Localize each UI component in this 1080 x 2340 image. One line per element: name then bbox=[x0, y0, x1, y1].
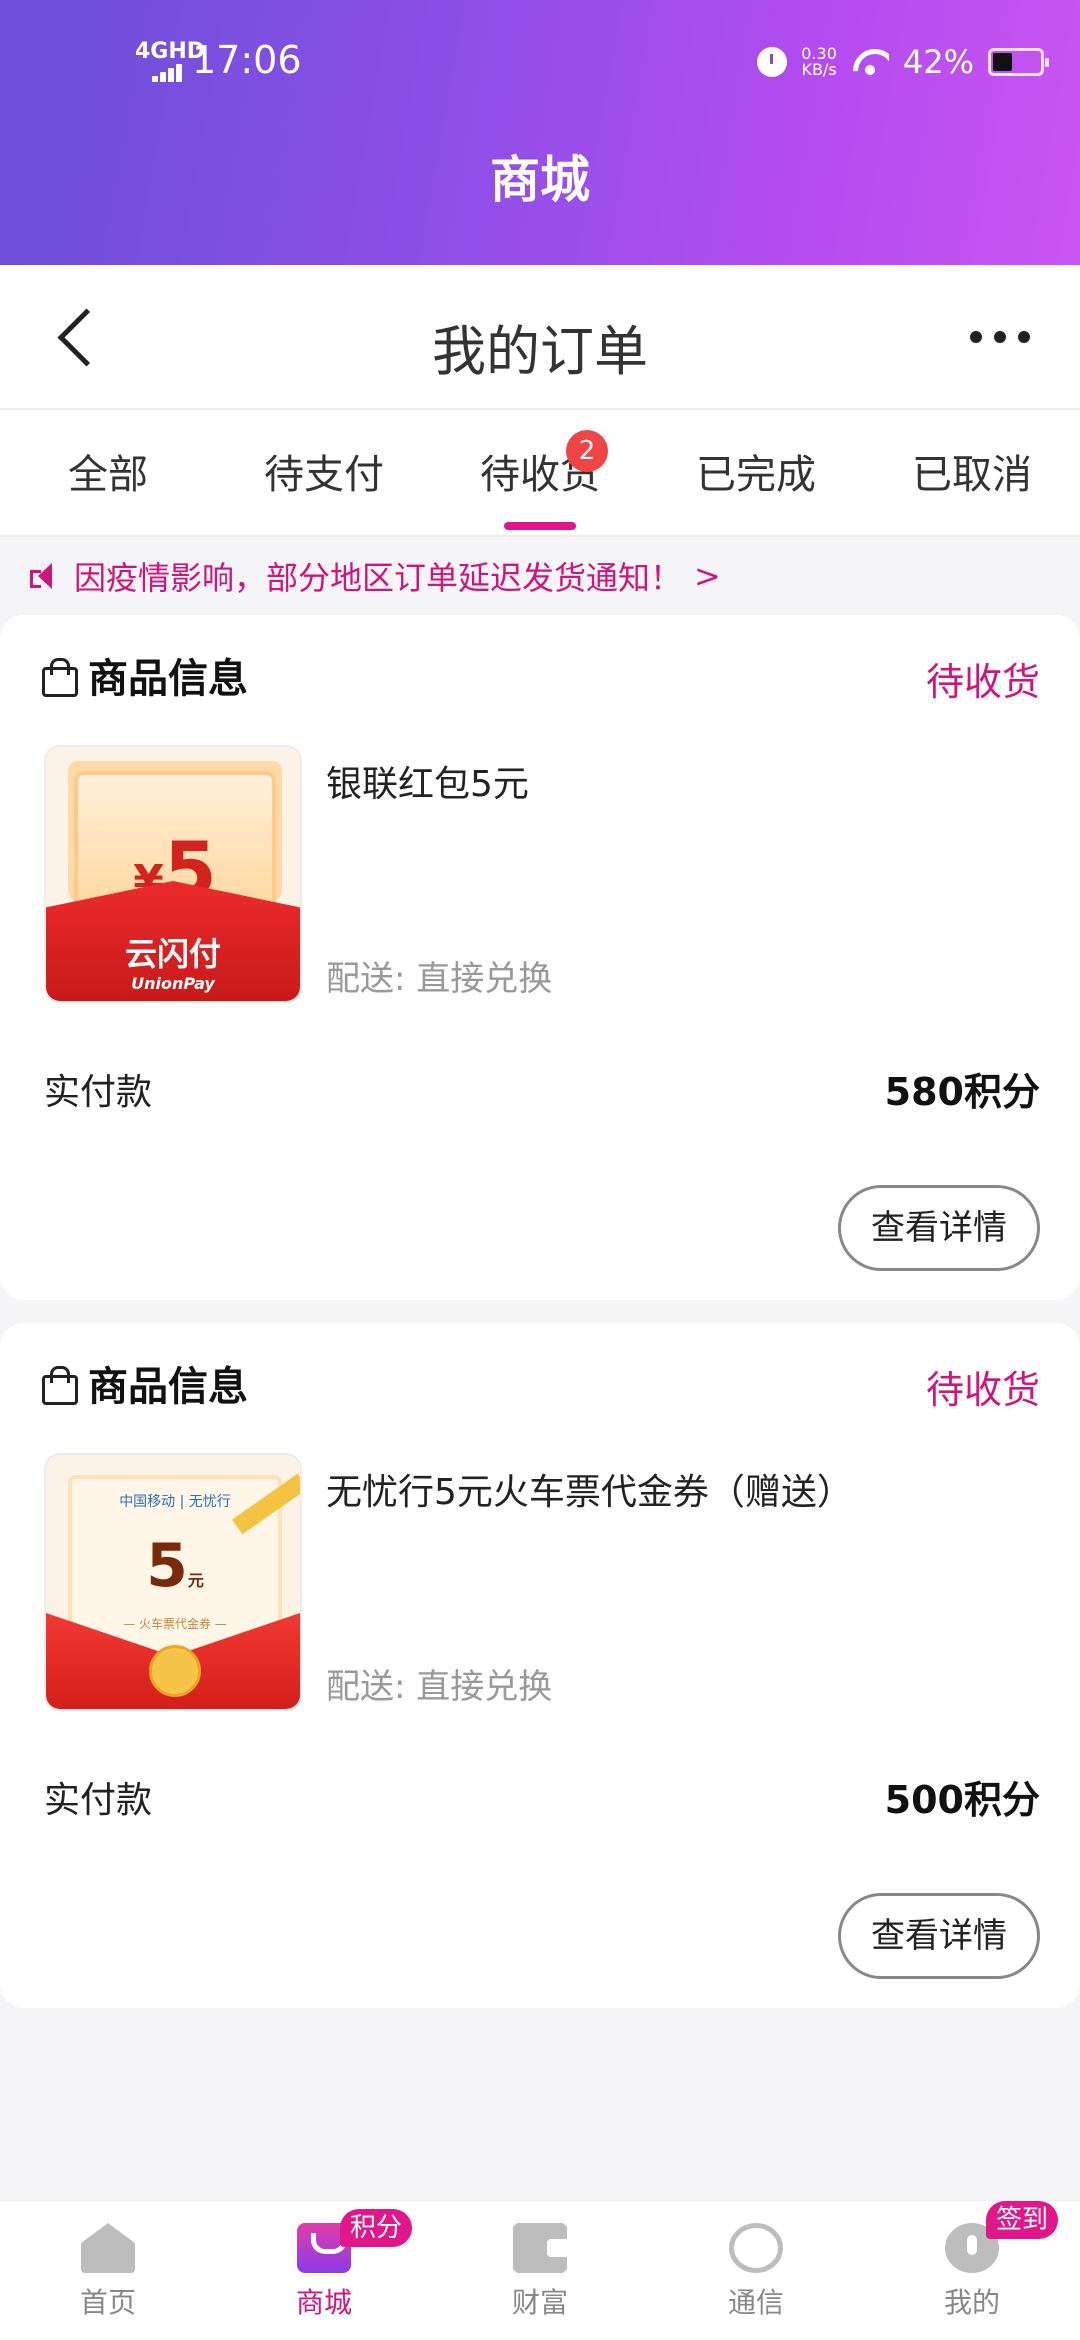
order-card: 商品信息 待收货 ¥5 云闪付 UnionPay 银联红包5元 配送: 直接兑换… bbox=[0, 615, 1080, 1300]
more-icon[interactable] bbox=[970, 325, 1030, 349]
bottom-nav-label: 首页 bbox=[79, 2286, 136, 2319]
bottom-nav-label: 我的 bbox=[943, 2286, 1000, 2319]
tab-completed[interactable]: 已完成 bbox=[656, 442, 856, 502]
bottom-nav-communication[interactable]: 通信 bbox=[686, 2223, 826, 2321]
order-card: 商品信息 待收货 中国移动 | 无忧行 5元 — 火车票代金券 — 无忧行5元火… bbox=[0, 1323, 1080, 2008]
train-seal-icon bbox=[149, 1645, 201, 1697]
bottom-nav: 首页 商城 积分 财富 通信 我的 签到 bbox=[0, 2200, 1080, 2340]
notice-banner[interactable]: 因疫情影响，部分地区订单延迟发货通知！ > bbox=[0, 537, 1080, 615]
tab-cancelled[interactable]: 已取消 bbox=[872, 442, 1072, 502]
wallet-icon bbox=[513, 2223, 567, 2273]
tab-label: 已取消 bbox=[912, 452, 1032, 498]
coupon-caption: — 火车票代金券 — bbox=[123, 1617, 227, 1631]
active-tab-indicator bbox=[504, 522, 576, 530]
tab-label: 全部 bbox=[68, 452, 148, 498]
signal-icon bbox=[152, 62, 188, 82]
paid-label: 实付款 bbox=[44, 1780, 153, 1821]
network-speed: 0.30 KB/s bbox=[801, 46, 837, 78]
view-details-button[interactable]: 查看详情 bbox=[838, 1893, 1040, 1979]
section-title: 商品信息 bbox=[88, 1364, 248, 1410]
china-mobile-icon bbox=[729, 2223, 783, 2273]
app-header: 4GHD 17:06 0.30 KB/s 42% 商城 bbox=[0, 0, 1080, 265]
paid-label: 实付款 bbox=[44, 1072, 153, 1113]
paid-amount: 500积分 bbox=[884, 1778, 1040, 1822]
bottom-nav-home[interactable]: 首页 bbox=[38, 2223, 178, 2321]
bottom-nav-wealth[interactable]: 财富 bbox=[470, 2223, 610, 2321]
tab-pending-receipt[interactable]: 待收货 2 bbox=[440, 430, 640, 502]
notice-text: 因疫情影响，部分地区订单延迟发货通知！ bbox=[74, 559, 683, 597]
section-title: 商品信息 bbox=[88, 656, 248, 702]
status-bar: 4GHD 17:06 0.30 KB/s 42% bbox=[0, 30, 1080, 90]
order-status: 待收货 bbox=[925, 1368, 1040, 1412]
tab-pending-payment[interactable]: 待支付 bbox=[224, 442, 424, 502]
card-header: 商品信息 bbox=[40, 1353, 248, 1413]
bag-icon bbox=[40, 658, 78, 697]
product-image[interactable]: 中国移动 | 无忧行 5元 — 火车票代金券 — bbox=[44, 1453, 302, 1711]
tab-all[interactable]: 全部 bbox=[8, 442, 208, 502]
product-image[interactable]: ¥5 云闪付 UnionPay bbox=[44, 745, 302, 1003]
bag-icon bbox=[40, 1366, 78, 1405]
bottom-nav-label: 财富 bbox=[511, 2286, 568, 2319]
view-details-button[interactable]: 查看详情 bbox=[838, 1185, 1040, 1271]
battery-icon bbox=[988, 48, 1049, 76]
coupon-amount: 5元 bbox=[146, 1531, 204, 1601]
battery-percent: 42% bbox=[902, 43, 974, 81]
status-icons: 0.30 KB/s 42% bbox=[757, 40, 1049, 84]
nav-bar: 我的订单 bbox=[0, 265, 1080, 410]
alarm-icon bbox=[757, 47, 788, 77]
product-name[interactable]: 银联红包5元 bbox=[326, 755, 529, 807]
tab-label: 已完成 bbox=[696, 452, 816, 498]
order-tabs: 全部 待支付 待收货 2 已完成 已取消 bbox=[0, 410, 1080, 537]
wifi-icon bbox=[851, 47, 889, 77]
delivery-method: 配送: 直接兑换 bbox=[326, 959, 553, 999]
product-name[interactable]: 无忧行5元火车票代金券（赠送） bbox=[326, 1463, 853, 1515]
bottom-nav-mine[interactable]: 我的 签到 bbox=[902, 2201, 1059, 2321]
paid-amount: 580积分 bbox=[884, 1070, 1040, 1114]
speaker-icon bbox=[28, 559, 62, 593]
page-title: 我的订单 bbox=[432, 320, 648, 383]
bottom-nav-mall[interactable]: 商城 积分 bbox=[254, 2209, 413, 2321]
tab-label: 待支付 bbox=[264, 452, 384, 498]
points-badge: 积分 bbox=[340, 2209, 413, 2247]
clock: 17:06 bbox=[192, 38, 302, 82]
order-status: 待收货 bbox=[925, 660, 1040, 704]
chevron-right-icon: > bbox=[694, 557, 721, 595]
tab-count-badge: 2 bbox=[566, 430, 608, 472]
page: 4GHD 17:06 0.30 KB/s 42% 商城 我的订单 全部 待支付 … bbox=[0, 0, 1080, 2340]
network-speed-unit: KB/s bbox=[801, 60, 837, 79]
card-header: 商品信息 bbox=[40, 645, 248, 705]
app-title: 商城 bbox=[490, 151, 590, 209]
delivery-method: 配送: 直接兑换 bbox=[326, 1667, 553, 1707]
battery-level bbox=[993, 53, 1012, 71]
unionpay-logo-sub: UnionPay bbox=[131, 974, 215, 993]
unionpay-logo: 云闪付 bbox=[124, 935, 221, 973]
bottom-nav-label: 商城 bbox=[295, 2286, 352, 2319]
sign-in-badge[interactable]: 签到 bbox=[986, 2201, 1059, 2239]
home-icon bbox=[81, 2223, 135, 2273]
bottom-nav-label: 通信 bbox=[727, 2286, 784, 2319]
